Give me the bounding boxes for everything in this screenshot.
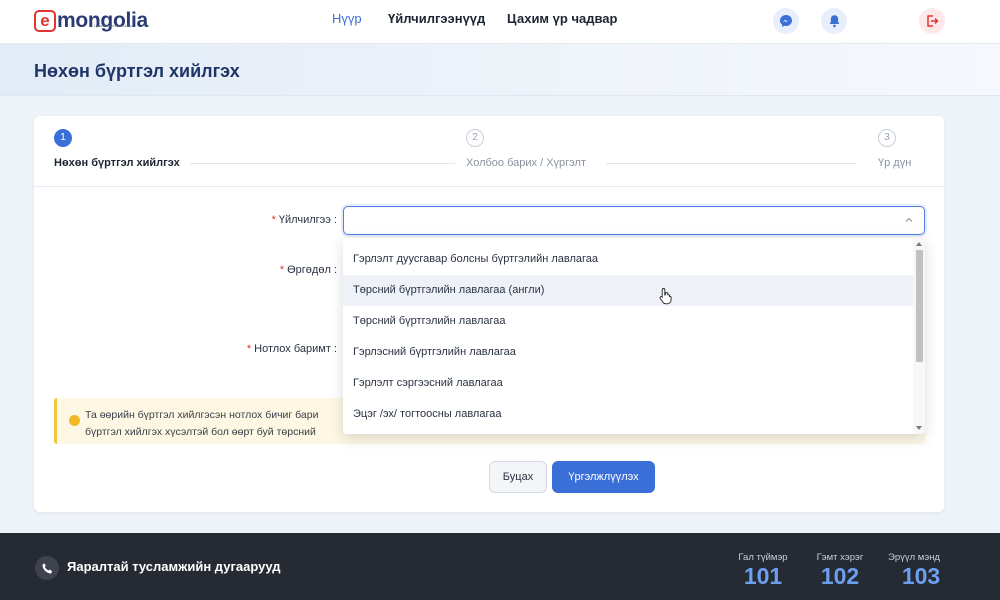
service-select[interactable] bbox=[343, 206, 925, 235]
logo-e-mark: e bbox=[34, 10, 56, 32]
fire-emergency-label: Гал түймэр bbox=[738, 552, 788, 563]
health-emergency-number[interactable]: 103 bbox=[881, 563, 961, 590]
stepper-divider bbox=[34, 186, 944, 187]
dropdown-option[interactable]: Гэрлэлт дуусгавар болсны бүртгэлийн лавл… bbox=[343, 244, 913, 275]
nav-services[interactable]: Үйлчилгээнүүд bbox=[388, 11, 485, 26]
phone-icon bbox=[35, 556, 59, 580]
proof-field-label: * Нотлох баримт : bbox=[246, 343, 337, 355]
logo-wordmark: mongolia bbox=[57, 9, 148, 32]
step-connector bbox=[190, 163, 455, 164]
info-dot-icon bbox=[69, 415, 80, 426]
continue-button[interactable]: Үргэлжлүүлэх bbox=[552, 461, 655, 493]
step-3-indicator: 3 bbox=[878, 129, 896, 147]
dropdown-option[interactable]: Төрсний бүртгэлийн лавлагаа bbox=[343, 306, 913, 337]
page-title: Нөхөн бүртгэл хийлгэх bbox=[34, 61, 240, 81]
notice-line-2: бүртгэл хийлгэх хүсэлтэй бол өөрт буй тө… bbox=[85, 426, 316, 438]
emergency-title: Яаралтай тусламжийн дугаарууд bbox=[67, 559, 281, 574]
police-emergency-number[interactable]: 102 bbox=[800, 563, 880, 590]
application-label-text: Өргөдөл : bbox=[287, 264, 337, 276]
health-emergency-label: Эрүүл мэнд bbox=[888, 552, 940, 563]
hand-cursor-icon bbox=[659, 288, 672, 305]
notice-line-1: Та өөрийн бүртгэл хийлгэсэн нотлох бичиг… bbox=[85, 409, 319, 421]
scrollbar-thumb[interactable] bbox=[916, 250, 923, 362]
service-label-text: Үйлчилгээ : bbox=[278, 214, 337, 226]
bell-icon[interactable] bbox=[821, 8, 847, 34]
police-emergency-label: Гэмт хэрэг bbox=[816, 552, 864, 563]
dropdown-option[interactable]: Эцэг /эх/ тогтоосны лавлагаа bbox=[343, 399, 913, 430]
notice-text: Та өөрийн бүртгэл хийлгэсэн нотлох бичиг… bbox=[85, 407, 345, 441]
dropdown-option[interactable]: Төрсний бүртгэлийн лавлагаа (англи) bbox=[343, 275, 913, 306]
nav-home[interactable]: Нүүр bbox=[332, 11, 362, 26]
service-field-label: * Үйлчилгээ : bbox=[271, 214, 337, 226]
top-header bbox=[0, 0, 1000, 44]
step-connector bbox=[606, 163, 856, 164]
chevron-up-icon bbox=[905, 217, 913, 222]
step-2-label: Холбоо барих / Хүргэлт bbox=[466, 157, 586, 169]
dropdown-option[interactable]: Гэрлэлт сэргээсний лавлагаа bbox=[343, 368, 913, 399]
dropdown-option[interactable]: Гэрлэсний бүртгэлийн лавлагаа bbox=[343, 337, 913, 368]
service-dropdown-menu: Гэрлэлт дуусгавар болсны бүртгэлийн лавл… bbox=[343, 238, 925, 434]
step-1-label: Нөхөн бүртгэл хийлгэх bbox=[54, 157, 180, 169]
logout-icon[interactable] bbox=[919, 8, 945, 34]
step-2-indicator: 2 bbox=[466, 129, 484, 147]
step-1-indicator: 1 bbox=[54, 129, 72, 147]
messenger-icon[interactable] bbox=[773, 8, 799, 34]
step-3-label: Үр дүн bbox=[878, 157, 912, 169]
emongolia-logo[interactable]: e mongolia bbox=[34, 7, 148, 35]
application-field-label: * Өргөдөл : bbox=[279, 264, 337, 276]
scroll-up-arrow-icon[interactable] bbox=[916, 242, 922, 246]
fire-emergency-number[interactable]: 101 bbox=[723, 563, 803, 590]
back-button[interactable]: Буцах bbox=[489, 461, 547, 493]
dropdown-scrollbar[interactable] bbox=[913, 238, 925, 434]
proof-label-text: Нотлох баримт : bbox=[254, 343, 337, 355]
scroll-down-arrow-icon[interactable] bbox=[916, 426, 922, 430]
nav-digital-skills[interactable]: Цахим үр чадвар bbox=[507, 11, 617, 26]
logo-subtitle: Цахим засгийн газар bbox=[94, 23, 133, 28]
